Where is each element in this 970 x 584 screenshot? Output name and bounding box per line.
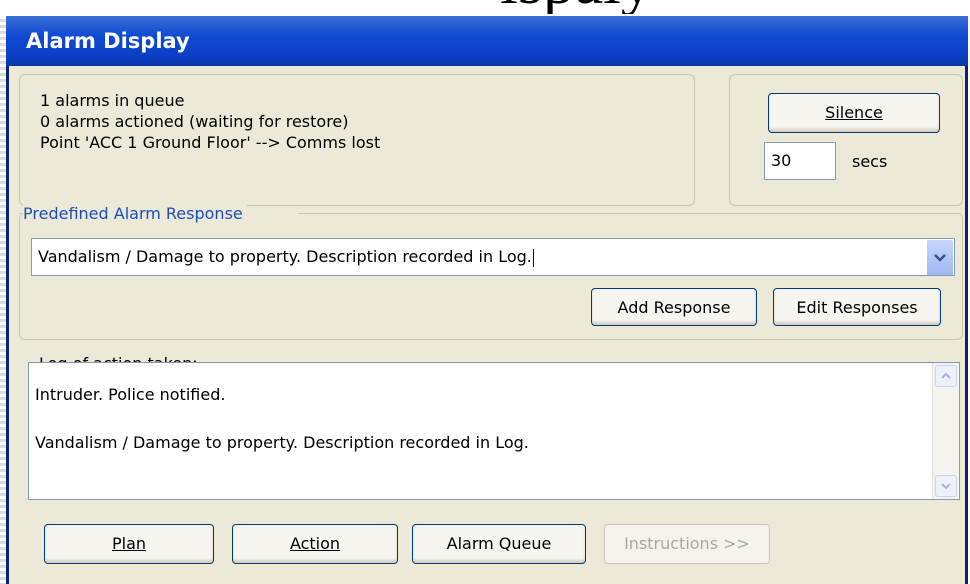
action-button[interactable]: Action: [232, 524, 398, 564]
response-select[interactable]: Vandalism / Damage to property. Descript…: [31, 238, 955, 276]
chevron-down-icon[interactable]: [926, 240, 953, 275]
text-cursor: [532, 248, 534, 267]
silence-button-label: Silence: [825, 103, 883, 122]
instructions-button[interactable]: Instructions >>: [604, 524, 770, 564]
edit-responses-button[interactable]: Edit Responses: [773, 288, 941, 326]
silence-seconds-input[interactable]: 30: [764, 142, 836, 180]
action-button-label: Action: [289, 534, 341, 553]
alarm-queue-button[interactable]: Alarm Queue: [412, 524, 586, 564]
window-title[interactable]: Alarm Display: [6, 16, 968, 66]
add-response-button[interactable]: Add Response: [591, 288, 757, 326]
scroll-down-icon[interactable]: [935, 475, 957, 497]
seconds-unit-label: secs: [852, 152, 888, 171]
action-log-textarea[interactable]: Intruder. Police notified. Vandalism / D…: [28, 362, 960, 500]
silence-panel: Silence 30 secs: [729, 74, 963, 206]
plan-button-label: Plan: [111, 534, 147, 553]
plan-button[interactable]: Plan: [44, 524, 214, 564]
backdrop-caption: ispaly: [500, 0, 970, 14]
log-entry: Vandalism / Damage to property. Descript…: [35, 433, 529, 452]
silence-button[interactable]: Silence: [768, 93, 940, 133]
actioned-count-text: 0 alarms actioned (waiting for restore): [40, 112, 349, 131]
log-scrollbar[interactable]: [932, 363, 959, 499]
scroll-up-icon[interactable]: [935, 365, 957, 387]
point-status-text: Point 'ACC 1 Ground Floor' --> Comms los…: [40, 133, 381, 152]
response-select-value: Vandalism / Damage to property. Descript…: [38, 247, 532, 266]
predefined-response-legend: Predefined Alarm Response: [23, 204, 247, 223]
group-border: [299, 213, 961, 214]
queue-count-text: 1 alarms in queue: [40, 91, 185, 110]
log-entry: Intruder. Police notified.: [35, 385, 226, 404]
alarm-status-panel: 1 alarms in queue 0 alarms actioned (wai…: [19, 74, 695, 206]
